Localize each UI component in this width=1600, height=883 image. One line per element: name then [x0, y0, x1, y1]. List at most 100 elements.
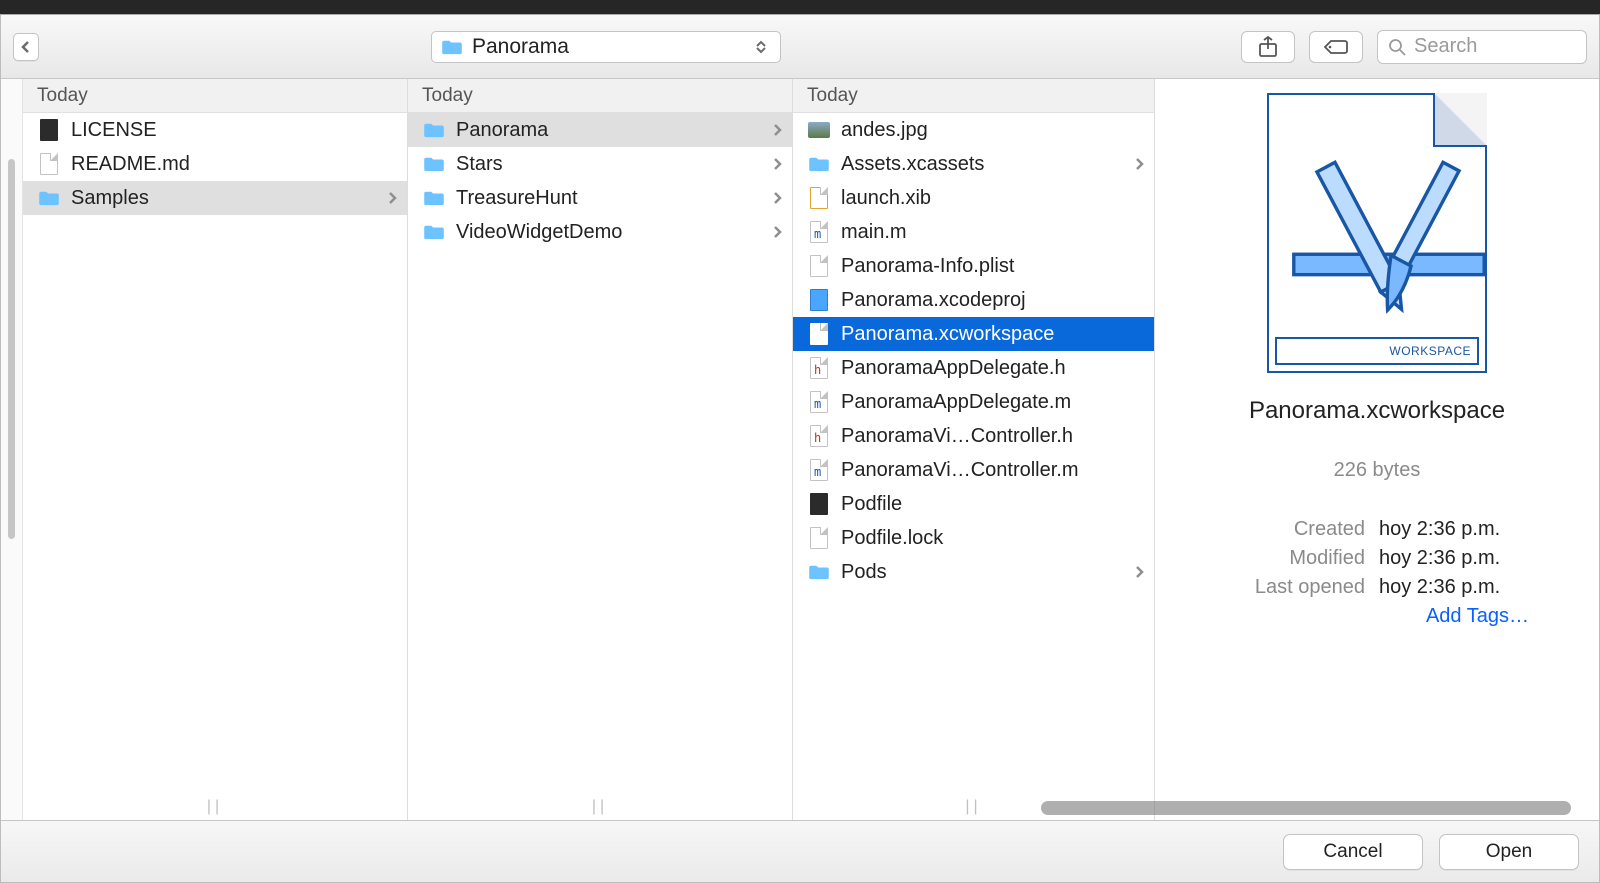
- xcodeproj-icon: [807, 289, 831, 311]
- open-button[interactable]: Open: [1439, 834, 1579, 870]
- file-row[interactable]: hPanoramaAppDelegate.h: [793, 351, 1154, 385]
- sidebar-scroll-thumb[interactable]: [8, 159, 15, 539]
- folder-icon: [440, 39, 464, 55]
- value-modified: hoy 2:36 p.m.: [1379, 547, 1529, 570]
- column-header: Today: [23, 79, 407, 113]
- file-icon: [807, 527, 831, 549]
- xib-file-icon: [807, 187, 831, 209]
- file-name: TreasureHunt: [456, 187, 764, 210]
- plist-file-icon: [807, 255, 831, 277]
- file-row[interactable]: Panorama.xcodeproj: [793, 283, 1154, 317]
- file-name: main.m: [841, 221, 1144, 244]
- objc-m-file-icon: m: [807, 221, 831, 243]
- add-tags-link[interactable]: Add Tags…: [1379, 605, 1529, 628]
- popup-stepper-icon: [756, 32, 774, 62]
- file-row[interactable]: Panorama.xcworkspace: [793, 317, 1154, 351]
- chevron-right-icon: [774, 221, 782, 244]
- preview-pane: WORKSPACE Panorama.xcworkspace 226 bytes…: [1155, 79, 1599, 820]
- column-resize-handle[interactable]: ||: [965, 798, 981, 816]
- column-3: Today andes.jpg Assets.xcassets launch.xib…: [793, 79, 1155, 820]
- chevron-right-icon: [774, 119, 782, 142]
- chevron-right-icon: [774, 153, 782, 176]
- file-row[interactable]: launch.xib: [793, 181, 1154, 215]
- file-row[interactable]: Stars: [408, 147, 792, 181]
- file-name: Samples: [71, 187, 379, 210]
- chevron-right-icon: [1136, 153, 1144, 176]
- chevron-right-icon: [389, 187, 397, 210]
- preview-thumbnail: WORKSPACE: [1267, 93, 1487, 373]
- file-row[interactable]: LICENSE: [23, 113, 407, 147]
- terminal-file-icon: [37, 119, 61, 141]
- file-row[interactable]: m PanoramaVi…Controller.m: [793, 453, 1154, 487]
- file-name: PanoramaAppDelegate.m: [841, 391, 1144, 414]
- column-resize-handle[interactable]: ||: [207, 798, 223, 816]
- xcworkspace-icon: [807, 323, 831, 345]
- file-name: Panorama-Info.plist: [841, 255, 1144, 278]
- preview-size: 226 bytes: [1334, 459, 1421, 482]
- file-row[interactable]: Assets.xcassets: [793, 147, 1154, 181]
- file-row[interactable]: m main.m: [793, 215, 1154, 249]
- image-file-icon: [807, 122, 831, 138]
- workspace-band-label: WORKSPACE: [1275, 337, 1479, 365]
- sidebar-scroll-track[interactable]: [1, 79, 23, 820]
- file-name: LICENSE: [71, 119, 397, 142]
- file-name: README.md: [71, 153, 397, 176]
- search-placeholder: Search: [1414, 35, 1477, 58]
- folder-icon: [807, 156, 831, 172]
- file-row[interactable]: Podfile.lock: [793, 521, 1154, 555]
- file-name: launch.xib: [841, 187, 1144, 210]
- label-created: Created: [1225, 518, 1365, 541]
- file-row[interactable]: andes.jpg: [793, 113, 1154, 147]
- tags-button[interactable]: [1309, 31, 1363, 63]
- column-header: Today: [793, 79, 1154, 113]
- dialog-footer: Cancel Open: [1, 820, 1599, 882]
- value-last-opened: hoy 2:36 p.m.: [1379, 576, 1529, 599]
- objc-m-file-icon: m: [807, 391, 831, 413]
- file-name: PanoramaVi…Controller.h: [841, 425, 1144, 448]
- file-row[interactable]: Panorama-Info.plist: [793, 249, 1154, 283]
- file-name: Pods: [841, 561, 1126, 584]
- file-row[interactable]: Panorama: [408, 113, 792, 147]
- folder-icon: [422, 224, 446, 240]
- share-button[interactable]: [1241, 31, 1295, 63]
- column-browser: Today LICENSE README.md Samples || Today P…: [1, 79, 1599, 820]
- path-folder-label: Panorama: [472, 35, 569, 59]
- file-name: Panorama.xcworkspace: [841, 323, 1144, 346]
- file-name: PanoramaVi…Controller.m: [841, 459, 1144, 482]
- file-row[interactable]: m PanoramaAppDelegate.m: [793, 385, 1154, 419]
- file-name: andes.jpg: [841, 119, 1144, 142]
- background-app: [0, 0, 1600, 14]
- cancel-button[interactable]: Cancel: [1283, 834, 1423, 870]
- preview-file-name: Panorama.xcworkspace: [1249, 397, 1505, 425]
- search-field[interactable]: Search: [1377, 30, 1587, 64]
- file-row[interactable]: TreasureHunt: [408, 181, 792, 215]
- chevron-right-icon: [1136, 561, 1144, 584]
- file-row[interactable]: Samples: [23, 181, 407, 215]
- value-created: hoy 2:36 p.m.: [1379, 518, 1529, 541]
- file-row[interactable]: Pods: [793, 555, 1154, 589]
- back-button[interactable]: [13, 33, 39, 61]
- file-row[interactable]: VideoWidgetDemo: [408, 215, 792, 249]
- terminal-file-icon: [807, 493, 831, 515]
- search-icon: [1388, 38, 1406, 56]
- file-row[interactable]: h PanoramaVi…Controller.h: [793, 419, 1154, 453]
- label-last-opened: Last opened: [1225, 576, 1365, 599]
- label-modified: Modified: [1225, 547, 1365, 570]
- file-name: Assets.xcassets: [841, 153, 1126, 176]
- column-2: Today PanoramaStarsTreasureHuntVideoWidg…: [408, 79, 793, 820]
- objc-h-file-icon: h: [807, 357, 831, 379]
- objc-h-file-icon: h: [807, 425, 831, 447]
- path-popup[interactable]: Panorama: [431, 31, 781, 63]
- file-row[interactable]: README.md: [23, 147, 407, 181]
- xcode-workspace-icon: [1287, 150, 1491, 320]
- chevron-right-icon: [774, 187, 782, 210]
- file-row[interactable]: Podfile: [793, 487, 1154, 521]
- objc-m-file-icon: m: [807, 459, 831, 481]
- open-dialog: Panorama Search: [0, 14, 1600, 883]
- column-resize-handle[interactable]: ||: [592, 798, 608, 816]
- file-name: Panorama.xcodeproj: [841, 289, 1144, 312]
- folder-icon: [422, 156, 446, 172]
- file-name: VideoWidgetDemo: [456, 221, 764, 244]
- preview-metadata: Created hoy 2:36 p.m. Modified hoy 2:36 …: [1225, 518, 1529, 628]
- toolbar: Panorama Search: [1, 15, 1599, 79]
